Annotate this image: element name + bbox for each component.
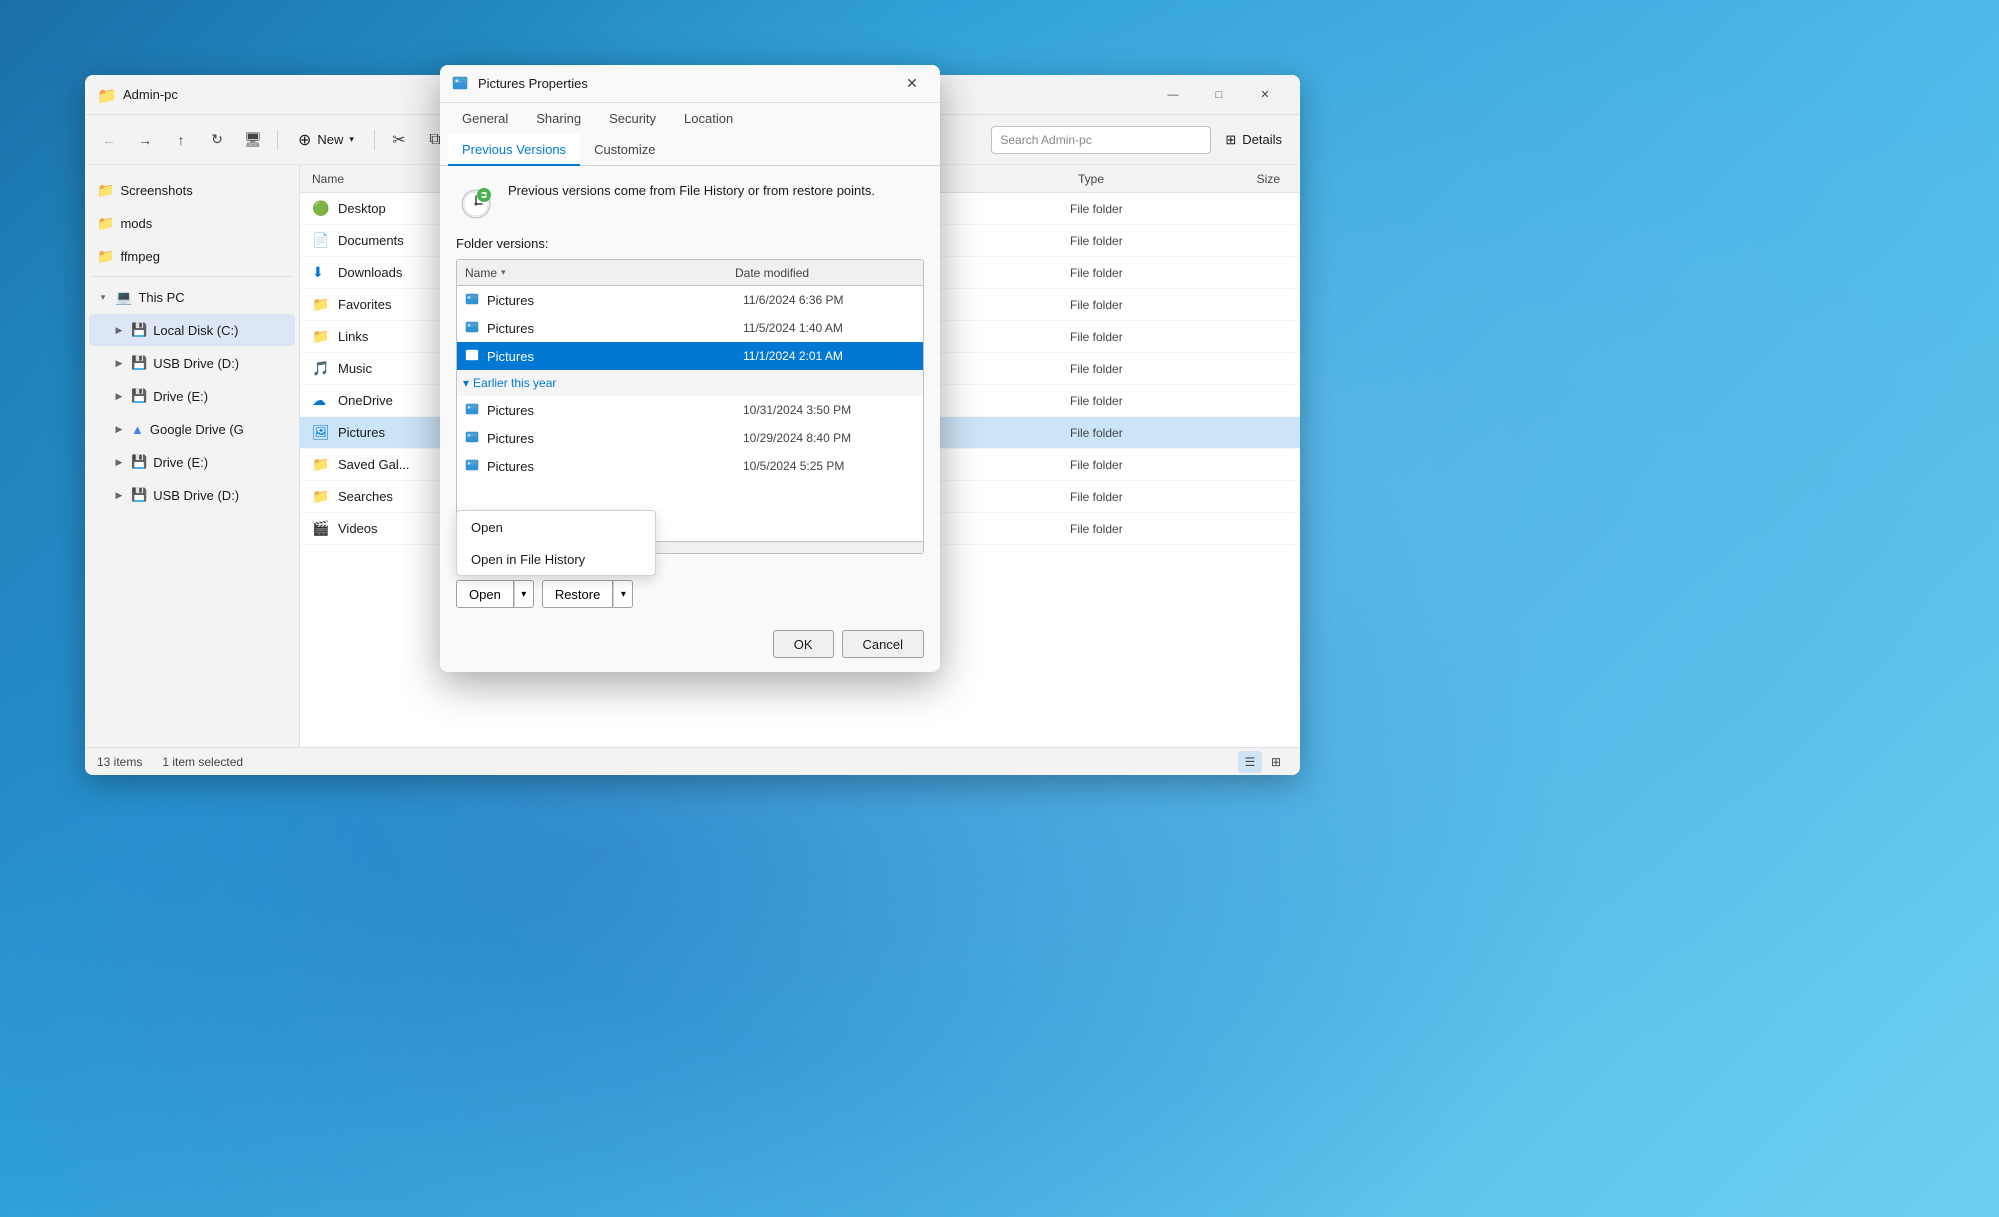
earlier-this-year-section[interactable]: ▾ Earlier this year: [457, 370, 923, 396]
section-label-earlier: Earlier this year: [473, 376, 556, 390]
restore-button-wrapper: Restore ▾: [542, 580, 634, 608]
pictures-properties-icon: [452, 75, 468, 91]
version-name-v2: Pictures: [487, 321, 735, 336]
tab-general[interactable]: General: [448, 103, 522, 135]
version-icon-v6: [465, 458, 479, 475]
version-name-v1: Pictures: [487, 293, 735, 308]
open-dropdown-menu: Open Open in File History: [456, 510, 656, 576]
version-name-v6: Pictures: [487, 459, 735, 474]
ok-button[interactable]: OK: [773, 630, 834, 658]
tab-customize[interactable]: Customize: [580, 134, 669, 166]
properties-dialog: Pictures Properties ✕ General Sharing Se…: [440, 65, 940, 672]
version-name-v3: Pictures: [487, 349, 735, 364]
version-row-v3[interactable]: Pictures 11/1/2024 2:01 AM: [457, 342, 923, 370]
dialog-overlay: Pictures Properties ✕ General Sharing Se…: [0, 0, 1999, 1217]
version-date-v1: 11/6/2024 6:36 PM: [743, 293, 915, 307]
version-icon-v3: [465, 348, 479, 365]
section-collapse-icon: ▾: [463, 376, 469, 390]
version-icon-v5: [465, 430, 479, 447]
versions-table-header: Name ▾ Date modified: [457, 260, 923, 286]
folder-versions-label: Folder versions:: [456, 236, 924, 251]
version-icon-v1: [465, 292, 479, 309]
dialog-bottom-buttons: OK Cancel: [440, 622, 940, 672]
prev-versions-info-text: Previous versions come from File History…: [508, 182, 875, 200]
version-date-v2: 11/5/2024 1:40 AM: [743, 321, 915, 335]
restore-dropdown-arrow[interactable]: ▾: [613, 580, 633, 608]
version-date-v4: 10/31/2024 3:50 PM: [743, 403, 915, 417]
sort-arrow-icon: ▾: [501, 267, 506, 278]
version-row-v5[interactable]: Pictures 10/29/2024 8:40 PM: [457, 424, 923, 452]
open-button-wrapper: Open ▾: [456, 580, 534, 608]
version-date-v3: 11/1/2024 2:01 AM: [743, 349, 915, 363]
prev-versions-header: Previous versions come from File History…: [456, 182, 924, 222]
tab-location[interactable]: Location: [670, 103, 747, 135]
version-name-v5: Pictures: [487, 431, 735, 446]
vt-column-name[interactable]: Name ▾: [465, 266, 735, 280]
dialog-title: Pictures Properties: [478, 76, 896, 91]
clock-icon: [456, 182, 496, 222]
version-icon-v2: [465, 320, 479, 337]
dropdown-item-open-in-file-history[interactable]: Open in File History: [457, 543, 655, 575]
dialog-tabs: General Sharing Security Location: [440, 103, 940, 135]
version-icon-v4: [465, 402, 479, 419]
tab-sharing[interactable]: Sharing: [522, 103, 595, 135]
version-date-v5: 10/29/2024 8:40 PM: [743, 431, 915, 445]
dialog-actions: Open Open in File History Open ▾ Restore…: [440, 570, 940, 622]
tab-security[interactable]: Security: [595, 103, 670, 135]
tab-previous-versions[interactable]: Previous Versions: [448, 134, 580, 166]
version-row-v4[interactable]: Pictures 10/31/2024 3:50 PM: [457, 396, 923, 424]
version-row-v6[interactable]: Pictures 10/5/2024 5:25 PM: [457, 452, 923, 480]
version-row-v1[interactable]: Pictures 11/6/2024 6:36 PM: [457, 286, 923, 314]
cancel-button[interactable]: Cancel: [842, 630, 924, 658]
vt-column-date[interactable]: Date modified: [735, 266, 915, 280]
dialog-titlebar: Pictures Properties ✕: [440, 65, 940, 103]
dialog-close-button[interactable]: ✕: [896, 70, 928, 98]
version-row-v2[interactable]: Pictures 11/5/2024 1:40 AM: [457, 314, 923, 342]
restore-button[interactable]: Restore: [542, 580, 614, 608]
dialog-tabs-row2: Previous Versions Customize: [440, 134, 940, 166]
open-dropdown-arrow[interactable]: ▾: [514, 580, 534, 608]
dialog-title-icon: [452, 75, 470, 93]
version-date-v6: 10/5/2024 5:25 PM: [743, 459, 915, 473]
open-button[interactable]: Open: [456, 580, 514, 608]
version-name-v4: Pictures: [487, 403, 735, 418]
clock-icon-container: [456, 182, 496, 222]
versions-table-body: Pictures 11/6/2024 6:36 PM Pictures 11/5…: [457, 286, 923, 541]
dropdown-item-open[interactable]: Open: [457, 511, 655, 543]
